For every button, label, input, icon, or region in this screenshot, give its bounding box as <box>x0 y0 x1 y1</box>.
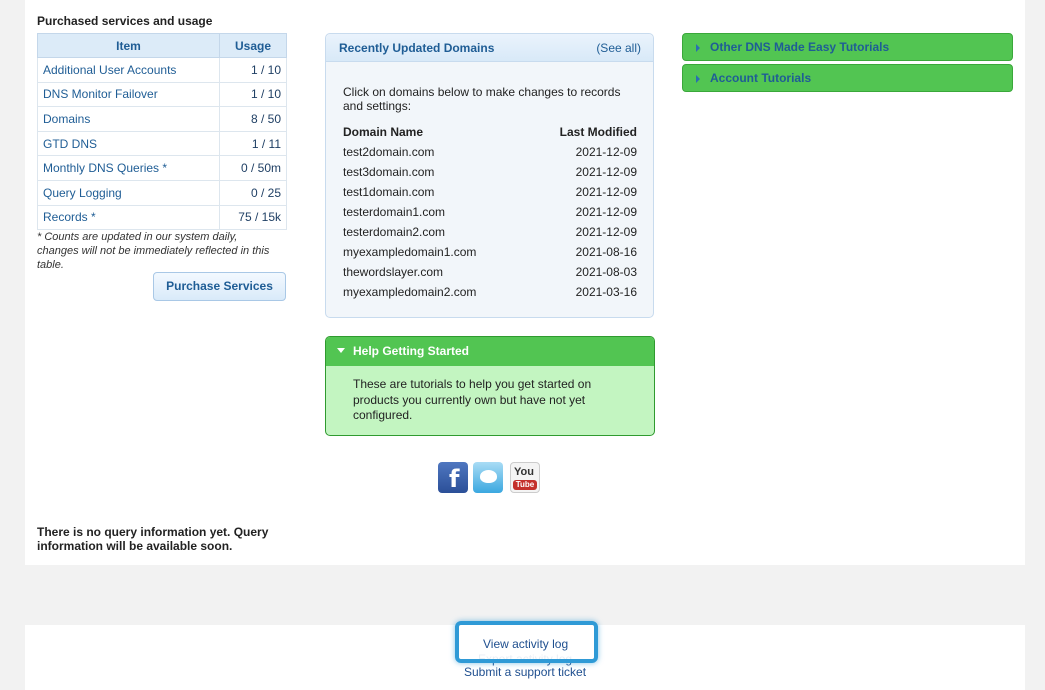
usage-value: 1 / 10 <box>219 57 287 83</box>
col-domain-name: Domain Name <box>343 125 424 139</box>
chevron-right-icon <box>696 44 700 52</box>
domain-modified: 2021-12-09 <box>575 205 637 219</box>
table-row: Monthly DNS Queries * 0 / 50m <box>37 155 287 181</box>
other-tutorials-button[interactable]: Other DNS Made Easy Tutorials <box>682 33 1013 61</box>
help-getting-started-panel: Help Getting Started These are tutorials… <box>325 336 655 436</box>
recent-domains-intro: Click on domains below to make changes t… <box>343 85 621 113</box>
usage-value: 1 / 10 <box>219 81 287 108</box>
table-row: Additional User Accounts 1 / 10 <box>37 57 287 83</box>
table-row: DNS Monitor Failover 1 / 10 <box>37 81 287 108</box>
domain-row[interactable]: myexampledomain1.com 2021-08-16 <box>343 245 637 263</box>
table-row: Domains 8 / 50 <box>37 106 287 132</box>
other-tutorials-label: Other DNS Made Easy Tutorials <box>710 40 890 54</box>
domain-name[interactable]: thewordslayer.com <box>343 265 443 279</box>
col-last-modified: Last Modified <box>559 125 637 139</box>
usage-item: GTD DNS <box>37 130 220 157</box>
view-activity-log-link[interactable]: View activity log <box>483 637 568 651</box>
youtube-you-text: You <box>514 466 534 478</box>
usage-note: * Counts are updated in our system daily… <box>37 231 270 271</box>
chevron-down-icon <box>337 348 345 353</box>
table-row: Records * 75 / 15k <box>37 204 287 231</box>
usage-table: Item Usage Additional User Accounts 1 / 1… <box>37 33 287 231</box>
usage-value: 8 / 50 <box>219 106 287 132</box>
purchased-services-title: Purchased services and usage <box>37 14 213 28</box>
domain-modified: 2021-12-09 <box>575 185 637 199</box>
domain-row[interactable]: testerdomain2.com 2021-12-09 <box>343 225 637 243</box>
domain-name[interactable]: test1domain.com <box>343 185 434 199</box>
facebook-glyph: f <box>449 465 460 493</box>
domain-modified: 2021-12-09 <box>575 145 637 159</box>
usage-item: Query Logging <box>37 179 220 206</box>
usage-value: 0 / 25 <box>219 179 287 206</box>
domain-modified: 2021-03-16 <box>575 285 637 299</box>
domain-row[interactable]: test3domain.com 2021-12-09 <box>343 165 637 183</box>
youtube-tube-text: Tube <box>513 480 537 490</box>
account-tutorials-button[interactable]: Account Tutorials <box>682 64 1013 92</box>
see-all-link[interactable]: (See all) <box>596 41 641 55</box>
domain-name[interactable]: testerdomain1.com <box>343 205 445 219</box>
col-usage-header: Usage <box>219 33 287 58</box>
usage-item: Monthly DNS Queries * <box>37 155 220 181</box>
usage-item: Additional User Accounts <box>37 57 220 83</box>
usage-item: Domains <box>37 106 220 132</box>
help-getting-started-header[interactable]: Help Getting Started <box>326 337 654 366</box>
account-tutorials-label: Account Tutorials <box>710 71 812 85</box>
table-row: GTD DNS 1 / 11 <box>37 130 287 157</box>
domain-name[interactable]: test2domain.com <box>343 145 434 159</box>
domain-modified: 2021-08-16 <box>575 245 637 259</box>
chevron-right-icon <box>696 75 700 83</box>
help-getting-started-text: These are tutorials to help you get star… <box>353 377 592 422</box>
twitter-bird-shape <box>480 470 497 483</box>
domain-modified: 2021-12-09 <box>575 225 637 239</box>
usage-item: Records * <box>37 204 220 231</box>
domain-row[interactable]: test2domain.com 2021-12-09 <box>343 145 637 163</box>
domain-name[interactable]: testerdomain2.com <box>343 225 445 239</box>
domain-list-header: Domain Name Last Modified <box>343 125 637 139</box>
twitter-icon[interactable] <box>473 462 503 493</box>
purchase-services-button[interactable]: Purchase Services <box>153 272 286 301</box>
facebook-icon[interactable]: f <box>438 462 468 493</box>
domain-row[interactable]: thewordslayer.com 2021-08-03 <box>343 265 637 283</box>
table-row: Query Logging 0 / 25 <box>37 179 287 206</box>
recent-domains-panel: Recently Updated Domains (See all) Click… <box>325 33 654 318</box>
domain-name[interactable]: test3domain.com <box>343 165 434 179</box>
domain-name[interactable]: myexampledomain1.com <box>343 245 476 259</box>
usage-value: 0 / 50m <box>219 155 287 181</box>
domain-name[interactable]: myexampledomain2.com <box>343 285 476 299</box>
usage-value: 1 / 11 <box>219 130 287 157</box>
domain-modified: 2021-12-09 <box>575 165 637 179</box>
domain-row[interactable]: myexampledomain2.com 2021-03-16 <box>343 285 637 303</box>
submit-support-ticket-link[interactable]: Submit a support ticket <box>464 665 586 679</box>
help-getting-started-title: Help Getting Started <box>353 344 470 358</box>
query-info-message: There is no query information yet. Query… <box>37 525 269 553</box>
recent-domains-header: Recently Updated Domains (See all) <box>326 34 653 62</box>
recent-domains-title: Recently Updated Domains <box>339 41 495 55</box>
col-item-header: Item <box>37 33 220 58</box>
usage-value: 75 / 15k <box>219 204 287 231</box>
domain-row[interactable]: test1domain.com 2021-12-09 <box>343 185 637 203</box>
domain-modified: 2021-08-03 <box>575 265 637 279</box>
domain-row[interactable]: testerdomain1.com 2021-12-09 <box>343 205 637 223</box>
youtube-icon[interactable]: You Tube <box>510 462 540 493</box>
usage-item: DNS Monitor Failover <box>37 81 220 108</box>
